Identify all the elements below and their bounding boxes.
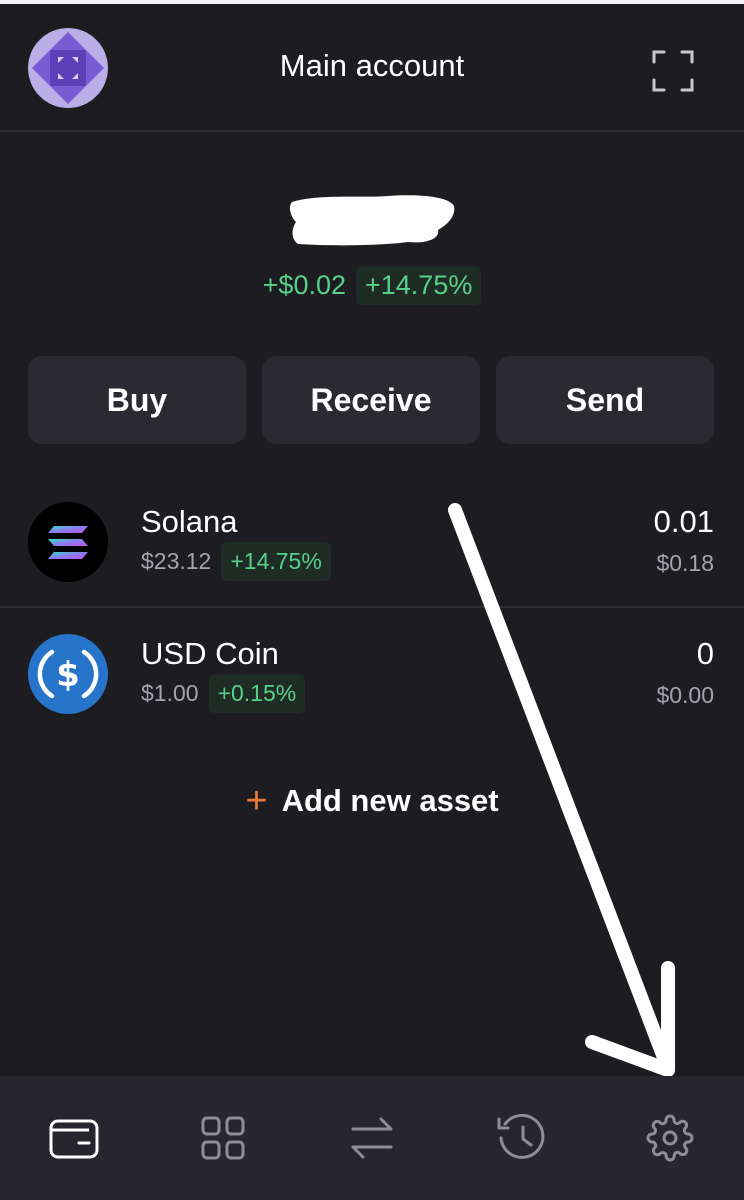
balance-section: +$0.02 +14.75% [0,148,744,318]
add-new-asset-label: Add new asset [281,783,499,818]
asset-value: $0.18 [656,550,714,576]
usdc-icon: $ [28,634,108,714]
redacted-balance [288,192,456,248]
send-button[interactable]: Send [496,356,714,444]
asset-change: +0.15% [208,674,306,713]
history-icon [497,1114,545,1159]
asset-price-row: $1.00 +0.15% [141,674,306,713]
bottom-nav [0,1076,744,1200]
nav-wallet[interactable] [0,1076,149,1200]
swap-icon [351,1117,393,1159]
solana-icon [28,502,108,582]
header: Main account [0,4,744,132]
nav-settings[interactable] [595,1076,744,1200]
asset-value: $0.00 [656,682,714,708]
nav-swap[interactable] [298,1076,447,1200]
svg-text:$: $ [56,655,80,695]
asset-row-solana[interactable]: Solana $23.12 +14.75% 0.01 $0.18 [0,478,744,608]
settings-icon [646,1114,694,1162]
apps-grid-icon [201,1116,245,1160]
balance-change: +$0.02 +14.75% [0,266,744,305]
page-title: Main account [279,48,465,83]
balance-change-percent: +14.75% [356,266,482,305]
nav-apps[interactable] [149,1076,298,1200]
asset-name: Solana [141,504,238,539]
balance-change-amount: +$0.02 [262,270,346,300]
receive-button[interactable]: Receive [262,356,480,444]
add-new-asset-button[interactable]: + Add new asset [0,776,744,826]
asset-name: USD Coin [141,636,279,671]
wallet-icon [49,1119,99,1159]
buy-button[interactable]: Buy [28,356,246,444]
asset-quantity: 0.01 [653,504,714,539]
asset-change: +14.75% [221,542,331,581]
fullscreen-icon[interactable] [652,50,694,92]
nav-history[interactable] [446,1076,595,1200]
action-buttons: Buy Receive Send [28,356,714,444]
asset-price: $23.12 [141,548,212,574]
asset-quantity: 0 [696,636,714,671]
asset-row-usd-coin[interactable]: $ USD Coin $1.00 +0.15% 0 $0.00 [0,610,744,740]
plus-icon: + [245,780,268,822]
asset-price: $1.00 [141,680,199,706]
asset-price-row: $23.12 +14.75% [141,542,331,581]
